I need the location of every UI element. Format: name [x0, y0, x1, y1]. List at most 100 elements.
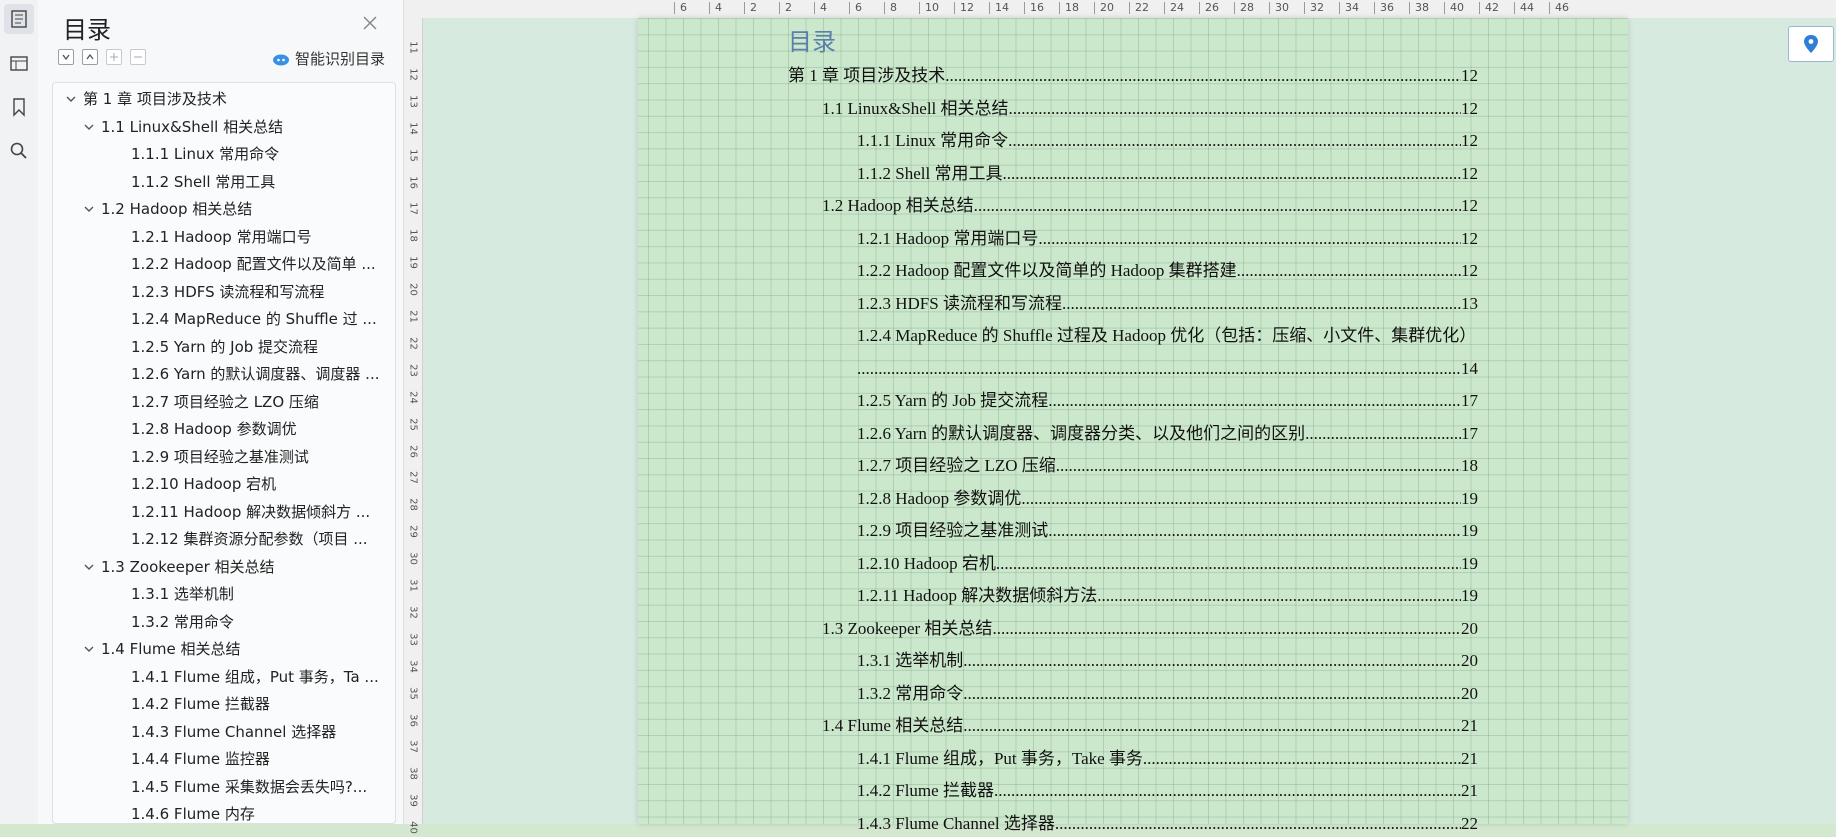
toc-entry[interactable]: 1.4.2 Flume 拦截器 21	[857, 778, 1478, 804]
navigation-icon[interactable]	[4, 48, 34, 78]
toc-page-number: 12	[1461, 98, 1478, 118]
outline-item[interactable]: 1.4 Flume 相关总结	[101, 637, 241, 661]
vertical-ruler[interactable]: 11 12 13 14 15 16 17 18 19 20 21 22 23 24 25 26 27 28 29 30…	[404, 18, 423, 834]
locate-button[interactable]	[1788, 26, 1834, 62]
toc-dot-leader	[963, 648, 1461, 674]
toc-dot-leader	[1305, 421, 1461, 447]
toc-entry[interactable]: 1.1.2 Shell 常用工具 12	[857, 161, 1478, 187]
outline-item[interactable]: 1.4.2 Flume 拦截器	[131, 692, 270, 716]
promote-button[interactable]	[106, 49, 122, 65]
collapse-all-button[interactable]	[58, 49, 74, 65]
toc-entry[interactable]: 1.2 Hadoop 相关总结 12	[822, 193, 1478, 219]
outline-item[interactable]: 1.3.2 常用命令	[131, 610, 234, 634]
ruler-tick-label: 12	[407, 68, 419, 81]
toc-entry-text: 1.2.9 项目经验之基准测试	[857, 521, 1049, 540]
ruler-tick	[1164, 2, 1165, 14]
chevron-down-icon[interactable]	[83, 643, 95, 655]
toc-entry[interactable]: 1.2.9 项目经验之基准测试 19	[857, 518, 1478, 544]
ruler-tick-label: 40	[1450, 1, 1464, 14]
outline-item[interactable]: 1.2.6 Yarn 的默认调度器、调度器 ...	[131, 362, 379, 386]
outline-item[interactable]: 1.4.5 Flume 采集数据会丢失吗?...	[131, 775, 367, 799]
toc-dot-leader	[1048, 518, 1461, 544]
horizontal-ruler[interactable]: 6 4 2 2 4 6 8 10 12 14 16 18 20 22 24 26 28 30 32 34 36 38 40 4…	[404, 0, 1836, 19]
outline-item[interactable]: 第 1 章 项目涉及技术	[83, 87, 227, 111]
outline-item[interactable]: 1.2 Hadoop 相关总结	[101, 197, 252, 221]
chevron-down-icon[interactable]	[83, 121, 95, 133]
bookmark-icon[interactable]	[4, 92, 34, 122]
toc-entry[interactable]: 1.2.4 MapReduce 的 Shuffle 过程及 Hadoop 优化（…	[857, 323, 1478, 349]
toc-entry[interactable]: 1.3.1 选举机制 20	[857, 648, 1478, 674]
toc-entry-text: 1.2.11 Hadoop 解决数据倾斜方法	[857, 586, 1098, 605]
toc-entry[interactable]: 第 1 章 项目涉及技术 12	[788, 63, 1478, 89]
ruler-tick-label: 11	[407, 41, 419, 54]
toc-entry[interactable]: 1.3 Zookeeper 相关总结 20	[822, 616, 1478, 642]
outline-item[interactable]: 1.2.10 Hadoop 宕机	[131, 472, 276, 496]
toc-dot-leader	[1237, 258, 1461, 284]
toc-entry[interactable]: 1.2.2 Hadoop 配置文件以及简单的 Hadoop 集群搭建 12	[857, 258, 1478, 284]
demote-button[interactable]	[130, 49, 146, 65]
ruler-tick-label: 46	[1555, 1, 1569, 14]
toc-entry[interactable]: 1.4.1 Flume 组成，Put 事务，Take 事务 21	[857, 746, 1478, 772]
toc-entry[interactable]: 1.2.5 Yarn 的 Job 提交流程 17	[857, 388, 1478, 414]
toc-entry[interactable]: 1.1.1 Linux 常用命令 12	[857, 128, 1478, 154]
ruler-tick-label: 20	[1100, 1, 1114, 14]
toc-dot-leader	[1097, 583, 1461, 609]
outline-item[interactable]: 1.1.2 Shell 常用工具	[131, 170, 275, 194]
expand-all-button[interactable]	[82, 49, 98, 65]
ruler-tick-label: 36	[407, 713, 419, 727]
ruler-tick-label: 32	[407, 606, 419, 619]
outline-item[interactable]: 1.1 Linux&Shell 相关总结	[101, 115, 283, 139]
ruler-tick-label: 38	[407, 767, 419, 781]
outline-item[interactable]: 1.2.9 项目经验之基准测试	[131, 445, 309, 469]
outline-item[interactable]: 1.2.2 Hadoop 配置文件以及简单 ...	[131, 252, 376, 276]
outline-item[interactable]: 1.2.1 Hadoop 常用端口号	[131, 225, 312, 249]
outline-item[interactable]: 1.2.3 HDFS 读流程和写流程	[131, 280, 324, 304]
toc-dot-leader	[996, 551, 1461, 577]
ruler-tick	[1374, 2, 1375, 14]
toc-entry[interactable]: 1.2.10 Hadoop 宕机 19	[857, 551, 1478, 577]
outline-item[interactable]: 1.1.1 Linux 常用命令	[131, 142, 279, 166]
toc-dot-leader	[1056, 453, 1461, 479]
ruler-tick	[709, 2, 710, 14]
outline-item[interactable]: 1.2.8 Hadoop 参数调优	[131, 417, 297, 441]
toc-entry-text: 1.4.1 Flume 组成，Put 事务，Take 事务	[857, 748, 1143, 768]
outline-item[interactable]: 1.4.6 Flume 内存	[131, 802, 255, 823]
toc-entry-text: 1.2.5 Yarn 的 Job 提交流程	[857, 391, 1049, 410]
ruler-tick-label: 17	[407, 202, 419, 216]
ruler-tick-label: 22	[1135, 1, 1149, 14]
ruler-tick-label: 34	[1345, 1, 1359, 14]
toc-entry-text: 1.3.1 选举机制	[857, 651, 964, 670]
outline-item[interactable]: 1.3 Zookeeper 相关总结	[101, 555, 275, 579]
toc-entry[interactable]: 1.2.1 Hadoop 常用端口号 12	[857, 226, 1478, 252]
toc-entry[interactable]: 1.4 Flume 相关总结 21	[822, 713, 1478, 739]
toc-entry[interactable]: 1.1 Linux&Shell 相关总结 12	[822, 96, 1478, 122]
outline-item[interactable]: 1.4.4 Flume 监控器	[131, 747, 270, 771]
plus-icon	[110, 53, 118, 61]
toc-entry[interactable]: 1.3.2 常用命令 20	[857, 681, 1478, 707]
outline-item[interactable]: 1.3.1 选举机制	[131, 582, 234, 606]
outline-item[interactable]: 1.2.5 Yarn 的 Job 提交流程	[131, 335, 318, 359]
chevron-down-icon[interactable]	[83, 561, 95, 573]
chevron-down-icon[interactable]	[83, 203, 95, 215]
chevron-down-icon[interactable]	[65, 93, 77, 105]
smart-recognize-button[interactable]: 智能识别目录	[272, 48, 385, 69]
toc-entry-text: 1.2 Hadoop 相关总结	[822, 196, 974, 215]
outline-item[interactable]: 1.4.3 Flume Channel 选择器	[131, 720, 336, 744]
toc-entry[interactable]: 1.2.6 Yarn 的默认调度器、调度器分类、以及他们之间的区别 17	[857, 421, 1478, 447]
outline-item[interactable]: 1.2.12 集群资源分配参数（项目 ...	[131, 527, 368, 551]
outline-item[interactable]: 1.2.11 Hadoop 解决数据倾斜方 ...	[131, 500, 370, 524]
outline-item[interactable]: 1.2.4 MapReduce 的 Shuffle 过 ...	[131, 307, 377, 331]
search-icon[interactable]	[4, 136, 34, 166]
toc-entry[interactable]: 1.2.3 HDFS 读流程和写流程 13	[857, 291, 1478, 317]
toc-entry[interactable]: 1.2.11 Hadoop 解决数据倾斜方法 19	[857, 583, 1478, 609]
outline-item[interactable]: 1.4.1 Flume 组成，Put 事务，Ta ...	[131, 665, 379, 689]
ruler-tick	[884, 2, 885, 14]
close-icon[interactable]	[361, 14, 379, 32]
toc-entry[interactable]: 1.2.8 Hadoop 参数调优 19	[857, 486, 1478, 512]
toc-entry[interactable]: 14	[857, 356, 1478, 382]
toc-entry[interactable]: 1.2.7 项目经验之 LZO 压缩 18	[857, 453, 1478, 479]
outline-icon[interactable]	[4, 4, 34, 34]
ruler-tick-label: 36	[1380, 1, 1394, 14]
toc-dot-leader	[994, 778, 1461, 804]
outline-item[interactable]: 1.2.7 项目经验之 LZO 压缩	[131, 390, 319, 414]
